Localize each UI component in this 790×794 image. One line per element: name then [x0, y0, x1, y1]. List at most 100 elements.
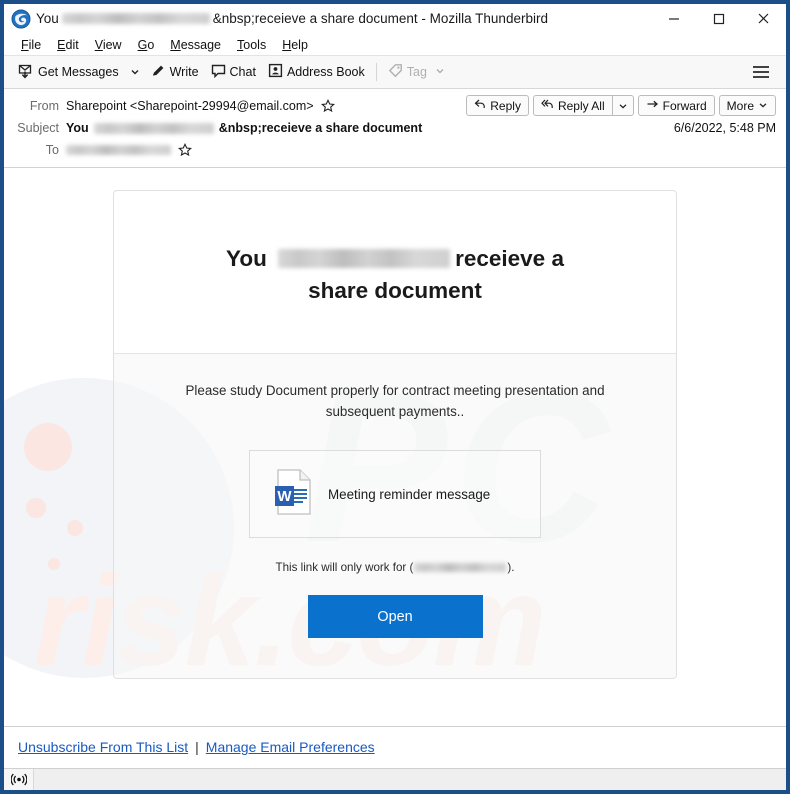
window-title-suffix: &nbsp;receieve a share document - Mozill… — [212, 11, 548, 26]
forward-label: Forward — [662, 98, 707, 113]
menu-item-file[interactable]: File — [13, 36, 49, 54]
tag-chevron-down-icon — [435, 65, 445, 79]
main-toolbar: Get Messages Write Chat Address Book Tag — [4, 56, 786, 89]
from-value: Sharepoint <Sharepoint-29994@email.com> — [66, 98, 335, 113]
thunderbird-window: You &nbsp;receieve a share document - Mo… — [0, 0, 790, 794]
menu-item-edit[interactable]: Edit — [49, 36, 87, 54]
more-label: More — [726, 98, 754, 113]
thunderbird-logo-icon — [11, 9, 31, 29]
message-date: 6/6/2022, 5:48 PM — [673, 121, 776, 135]
watermark-dot — [48, 558, 60, 570]
reply-all-group: Reply All — [532, 95, 634, 116]
reply-all-arrow-icon — [541, 98, 554, 113]
get-messages-button[interactable]: Get Messages — [12, 60, 125, 85]
maximize-icon[interactable] — [696, 4, 741, 34]
reply-label: Reply — [490, 98, 521, 113]
watermark-dot — [26, 498, 46, 518]
reply-all-label: Reply All — [557, 98, 605, 113]
subject-redacted-email — [93, 122, 214, 134]
status-bar — [4, 768, 786, 790]
menu-item-tools[interactable]: Tools — [229, 36, 274, 54]
email-card: You receieve a share document Please stu… — [113, 190, 677, 680]
window-title: You &nbsp;receieve a share document - Mo… — [36, 11, 548, 26]
to-star-outline-icon[interactable] — [178, 143, 192, 157]
open-button[interactable]: Open — [307, 595, 483, 639]
title-bar: You &nbsp;receieve a share document - Mo… — [4, 4, 786, 34]
toolbar-separator — [375, 63, 377, 81]
window-frame: You &nbsp;receieve a share document - Mo… — [4, 4, 786, 790]
menu-item-help[interactable]: Help — [274, 36, 316, 54]
subject-row: Subject You &nbsp;receieve a share docum… — [14, 118, 776, 138]
link-note-prefix: This link will only work for ( — [275, 561, 414, 575]
to-row: To — [14, 140, 776, 160]
reply-all-button[interactable]: Reply All — [532, 95, 612, 116]
hamburger-menu-icon[interactable] — [744, 62, 778, 82]
link-note-redacted-email — [414, 563, 507, 573]
message-header: From Sharepoint <Sharepoint-29994@email.… — [4, 89, 786, 168]
heading-prefix: You — [226, 246, 267, 271]
word-document-icon: W — [274, 469, 314, 520]
from-address: Sharepoint <Sharepoint-29994@email.com> — [66, 98, 314, 113]
forward-button[interactable]: Forward — [637, 95, 715, 116]
email-heading: You receieve a share document — [158, 243, 632, 307]
watermark-dot — [67, 520, 83, 536]
from-star-outline-icon[interactable] — [320, 98, 335, 113]
subject-suffix: &nbsp;receieve a share document — [218, 121, 423, 135]
email-body-pane: PC risk.com You receieve a share documen… — [4, 168, 786, 726]
reply-arrow-icon — [474, 98, 486, 113]
get-messages-icon — [18, 63, 34, 82]
more-chevron-down-icon — [758, 99, 768, 113]
tag-label: Tag — [406, 65, 427, 79]
menu-item-view[interactable]: View — [87, 36, 130, 54]
close-icon[interactable] — [741, 4, 786, 34]
get-messages-dropdown-chevron-down-icon[interactable] — [125, 64, 145, 80]
to-value — [66, 143, 192, 157]
heading-suffix: receieve a — [455, 246, 564, 271]
reply-all-chevron-down-icon[interactable] — [611, 95, 634, 116]
window-title-redacted-email — [61, 13, 210, 24]
address-book-icon — [268, 63, 283, 81]
chat-bubble-icon — [211, 63, 226, 81]
address-book-label: Address Book — [286, 65, 365, 79]
reply-button[interactable]: Reply — [466, 95, 529, 116]
manage-preferences-link[interactable]: Manage Email Preferences — [206, 739, 375, 755]
write-button[interactable]: Write — [145, 60, 205, 84]
forward-arrow-icon — [646, 98, 659, 113]
menu-item-message[interactable]: Message — [162, 36, 229, 54]
document-label: Meeting reminder message — [328, 486, 491, 502]
email-paragraph: Please study Document properly for contr… — [185, 382, 605, 419]
subject-value: You &nbsp;receieve a share document — [66, 121, 422, 135]
chat-label: Chat — [229, 65, 256, 79]
tag-icon — [388, 63, 403, 81]
svg-text:W: W — [277, 488, 292, 505]
pencil-icon — [151, 63, 166, 81]
subject-prefix: You — [66, 121, 89, 135]
address-book-button[interactable]: Address Book — [262, 60, 371, 84]
menu-item-go[interactable]: Go — [130, 36, 163, 54]
chat-button[interactable]: Chat — [205, 60, 262, 84]
link-note-suffix: ). — [507, 561, 515, 575]
link-restriction-note: This link will only work for ( ). — [148, 561, 642, 574]
more-button[interactable]: More — [718, 95, 776, 116]
email-card-header: You receieve a share document — [114, 191, 676, 354]
menu-bar: File Edit View Go Message Tools Help — [4, 34, 786, 56]
window-controls — [651, 4, 786, 34]
message-actions: Reply Reply All Forward More — [466, 95, 776, 116]
heading-redacted-email — [278, 249, 451, 268]
subject-label: Subject — [17, 121, 59, 135]
unsubscribe-link[interactable]: Unsubscribe From This List — [18, 739, 188, 755]
to-label: To — [45, 143, 59, 157]
write-label: Write — [169, 65, 199, 79]
email-card-body: Please study Document properly for contr… — [114, 353, 676, 679]
from-row: From Sharepoint <Sharepoint-29994@email.… — [14, 95, 776, 116]
from-label: From — [29, 98, 59, 113]
email-footer-links: Unsubscribe From This List | Manage Emai… — [4, 726, 786, 768]
heading-line2: share document — [308, 277, 482, 303]
document-link-box[interactable]: W Meeting reminder message — [249, 450, 541, 539]
get-messages-label: Get Messages — [38, 65, 119, 79]
tag-button[interactable]: Tag — [382, 60, 451, 84]
footer-separator: | — [195, 739, 199, 755]
broadcast-online-icon[interactable] — [4, 769, 34, 790]
minimize-icon[interactable] — [651, 4, 696, 34]
window-title-prefix: You — [36, 11, 59, 26]
